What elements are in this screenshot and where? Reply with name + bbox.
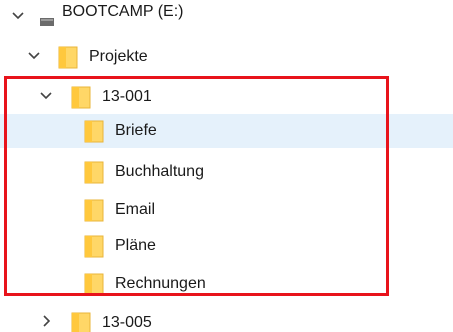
folder-icon — [84, 234, 104, 258]
folder-icon — [84, 198, 104, 222]
tree-item-13-005[interactable]: 13-005 — [0, 306, 453, 332]
tree-item-label: BOOTCAMP (E:) — [62, 3, 184, 20]
tree-item-rechnungen[interactable]: Rechnungen — [0, 267, 453, 301]
folder-icon — [58, 45, 78, 69]
folder-icon — [71, 85, 91, 109]
tree-item-label: Rechnungen — [115, 275, 206, 292]
tree-item-plaene[interactable]: Pläne — [0, 229, 453, 263]
tree-item-label: Projekte — [89, 48, 148, 65]
chevron-down-icon[interactable] — [10, 7, 26, 25]
tree-item-projekte[interactable]: Projekte — [0, 40, 453, 74]
chevron-down-icon[interactable] — [38, 87, 54, 105]
tree-item-buchhaltung[interactable]: Buchhaltung — [0, 155, 453, 189]
chevron-right-icon[interactable] — [38, 313, 54, 331]
folder-icon — [84, 119, 104, 143]
tree-item-bootcamp-drive[interactable]: BOOTCAMP (E:) — [0, 0, 453, 34]
folder-icon — [71, 311, 91, 332]
folder-icon — [84, 272, 104, 296]
tree-item-label: Pläne — [115, 237, 156, 254]
tree-item-13-001[interactable]: 13-001 — [0, 80, 453, 114]
chevron-down-icon[interactable] — [26, 47, 42, 65]
folder-icon — [84, 160, 104, 184]
tree-item-label: Briefe — [115, 122, 157, 139]
tree-item-label: 13-001 — [102, 88, 152, 105]
tree-item-label: Buchhaltung — [115, 163, 204, 180]
drive-icon — [40, 13, 54, 26]
tree-item-label: Email — [115, 201, 156, 218]
tree-item-briefe[interactable]: Briefe — [0, 114, 453, 148]
folder-tree: BOOTCAMP (E:) Projekte 13-001 Briefe Buc… — [0, 0, 453, 332]
tree-item-label: 13-005 — [102, 314, 152, 331]
tree-item-email[interactable]: Email — [0, 193, 453, 227]
